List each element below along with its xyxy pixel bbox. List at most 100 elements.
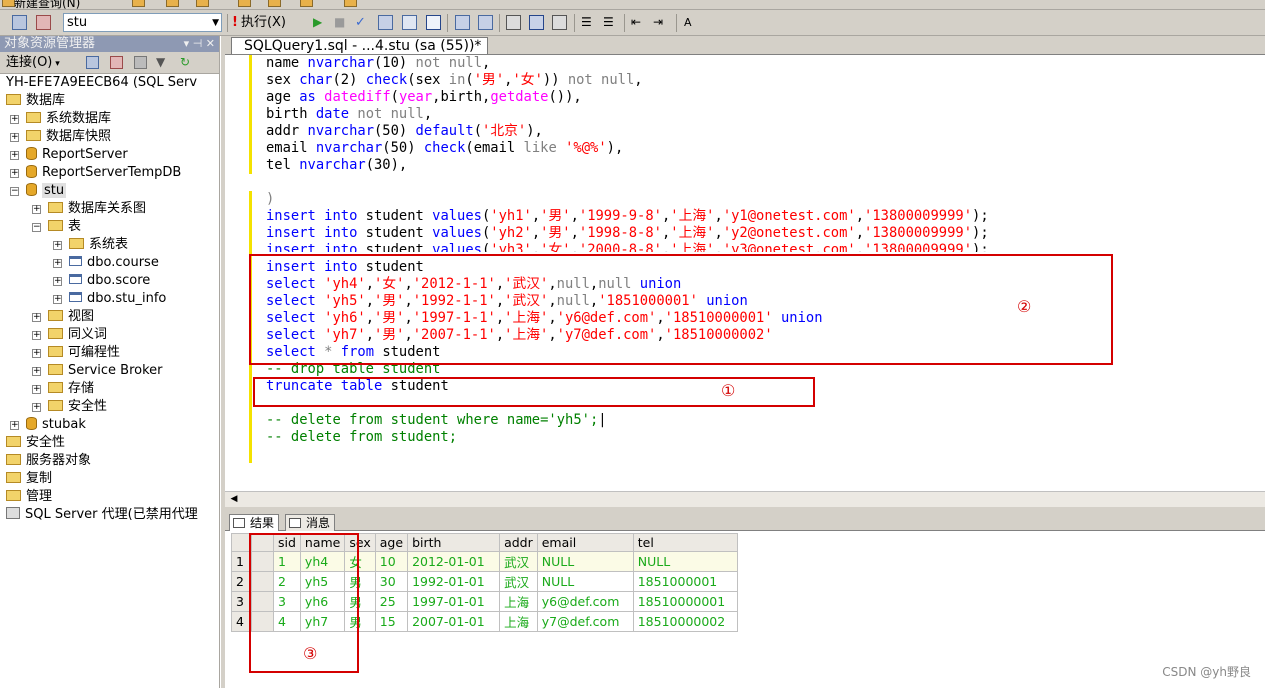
table-cell[interactable]: 1997-01-01 — [407, 591, 501, 612]
tree-node-db-security[interactable]: 安全性 — [48, 398, 107, 416]
tree-node-server[interactable]: YH-EFE7A9EECB64 (SQL Serv — [6, 74, 197, 92]
table-cell[interactable]: 15 — [374, 611, 409, 632]
table-cell[interactable]: 1851000001 — [632, 571, 738, 592]
tree-node-snapshots[interactable]: 数据库快照 — [26, 128, 111, 146]
tree-node-stu[interactable]: stu — [26, 182, 67, 200]
tree-node-course[interactable]: dbo.course — [69, 254, 159, 272]
expand-icon[interactable]: + — [53, 241, 62, 250]
connect-dropdown[interactable]: 连接(O) — [6, 55, 52, 70]
table-cell[interactable]: 18510000002 — [632, 611, 738, 632]
table-cell[interactable]: 上海 — [499, 611, 538, 632]
tree-node-score[interactable]: dbo.score — [69, 272, 150, 290]
tree-node-synonyms[interactable]: 同义词 — [48, 326, 107, 344]
chevron-down-icon[interactable]: ▾ — [52, 59, 60, 69]
tree-node-service-broker[interactable]: Service Broker — [48, 362, 163, 380]
connect-icon[interactable] — [86, 56, 99, 69]
new-file-icon[interactable] — [166, 0, 179, 7]
table-cell[interactable]: 10 — [374, 551, 409, 572]
expand-icon[interactable]: + — [10, 115, 19, 124]
disconnect-icon[interactable] — [36, 15, 51, 30]
column-header[interactable]: email — [536, 533, 634, 552]
include-plan-icon[interactable] — [455, 15, 470, 30]
table-cell[interactable]: 30 — [374, 571, 409, 592]
open-file-icon[interactable] — [132, 0, 145, 7]
database-select[interactable]: stu ▼ — [63, 13, 222, 32]
table-cell[interactable]: 上海 — [499, 591, 538, 612]
column-header[interactable]: age — [374, 533, 409, 552]
pane-controls[interactable]: ▾ ⊣ ✕ — [184, 36, 215, 52]
expand-icon[interactable]: + — [32, 403, 41, 412]
tree-node-programmability[interactable]: 可编程性 — [48, 344, 120, 362]
expand-icon[interactable]: + — [32, 367, 41, 376]
disconnect-icon[interactable] — [110, 56, 123, 69]
column-header[interactable]: addr — [499, 533, 538, 552]
table-cell[interactable]: NULL — [536, 571, 634, 592]
tree-node-system-dbs[interactable]: 系统数据库 — [26, 110, 111, 128]
comment-icon[interactable]: ☰ — [581, 15, 596, 30]
query-designer-icon[interactable] — [402, 15, 417, 30]
tree-node-agent[interactable]: SQL Server 代理(已禁用代理 — [6, 506, 198, 524]
tree-node-storage[interactable]: 存储 — [48, 380, 94, 398]
tree-node-server-objects[interactable]: 服务器对象 — [6, 452, 91, 470]
results-grid-icon[interactable] — [529, 15, 544, 30]
collapse-icon[interactable]: − — [10, 187, 19, 196]
print-icon[interactable] — [300, 0, 313, 7]
save-all-icon[interactable] — [268, 0, 281, 7]
expand-icon[interactable]: + — [53, 295, 62, 304]
expand-icon[interactable]: + — [10, 133, 19, 142]
estimated-plan-icon[interactable] — [378, 15, 393, 30]
open-icon[interactable] — [238, 0, 251, 7]
save-icon[interactable] — [196, 0, 209, 7]
expand-icon[interactable]: + — [10, 169, 19, 178]
increase-indent-icon[interactable]: ⇥ — [653, 15, 668, 30]
scroll-left-icon[interactable]: ◀ — [227, 493, 241, 506]
results-file-icon[interactable] — [552, 15, 567, 30]
table-cell[interactable]: 武汉 — [499, 571, 538, 592]
tree-node-tables[interactable]: 表 — [48, 218, 81, 236]
table-cell[interactable]: y6@def.com — [536, 591, 634, 612]
filter-icon[interactable]: ▼ — [156, 56, 169, 69]
tree-node-reportservertempdb[interactable]: ReportServerTempDB — [26, 164, 181, 182]
template-params-icon[interactable]: A — [684, 15, 699, 30]
stop-icon[interactable] — [134, 56, 147, 69]
code-editor[interactable]: name nvarchar(10) not null, sex char(2) … — [225, 54, 1265, 492]
expand-icon[interactable]: + — [10, 151, 19, 160]
table-cell[interactable]: 18510000001 — [632, 591, 738, 612]
tree-node-stu-info[interactable]: dbo.stu_info — [69, 290, 166, 308]
table-cell[interactable]: 25 — [374, 591, 409, 612]
client-stats-icon[interactable] — [478, 15, 493, 30]
table-cell[interactable]: 1992-01-01 — [407, 571, 501, 592]
debug-icon[interactable]: ▶ — [313, 15, 328, 30]
results-text-icon[interactable] — [506, 15, 521, 30]
horizontal-scrollbar[interactable]: ◀ — [225, 491, 1265, 507]
table-cell[interactable]: 2007-01-01 — [407, 611, 501, 632]
parse-icon[interactable]: ✓ — [355, 15, 370, 30]
uncomment-icon[interactable]: ☰ — [603, 15, 618, 30]
collapse-icon[interactable]: − — [32, 223, 41, 232]
expand-icon[interactable]: + — [32, 313, 41, 322]
tree-node-replication[interactable]: 复制 — [6, 470, 52, 488]
column-header[interactable]: tel — [632, 533, 738, 552]
execute-button[interactable]: ! 执行(X) — [232, 14, 286, 31]
expand-icon[interactable]: + — [32, 385, 41, 394]
activity-monitor-icon[interactable] — [344, 0, 357, 7]
expand-icon[interactable]: + — [32, 205, 41, 214]
refresh-icon[interactable]: ↻ — [180, 56, 193, 69]
column-header[interactable]: birth — [407, 533, 501, 552]
expand-icon[interactable]: + — [10, 421, 19, 430]
table-cell[interactable]: y7@def.com — [536, 611, 634, 632]
tree-node-security[interactable]: 安全性 — [6, 434, 65, 452]
expand-icon[interactable]: + — [32, 349, 41, 358]
tab-results[interactable]: 结果 — [229, 514, 280, 531]
tree-node-management[interactable]: 管理 — [6, 488, 52, 506]
tab-sqlquery1[interactable]: SQLQuery1.sql - ...4.stu (sa (55))* — [231, 37, 489, 55]
expand-icon[interactable]: + — [32, 331, 41, 340]
expand-icon[interactable]: + — [53, 277, 62, 286]
table-cell[interactable]: 武汉 — [499, 551, 538, 572]
results-to-grid-icon[interactable] — [426, 15, 441, 30]
tree-node-reportserver[interactable]: ReportServer — [26, 146, 128, 164]
new-query-button[interactable]: 新建查询(N) — [14, 0, 80, 9]
decrease-indent-icon[interactable]: ⇤ — [631, 15, 646, 30]
connect-icon[interactable] — [12, 15, 27, 30]
tab-messages[interactable]: 消息 — [285, 514, 336, 531]
